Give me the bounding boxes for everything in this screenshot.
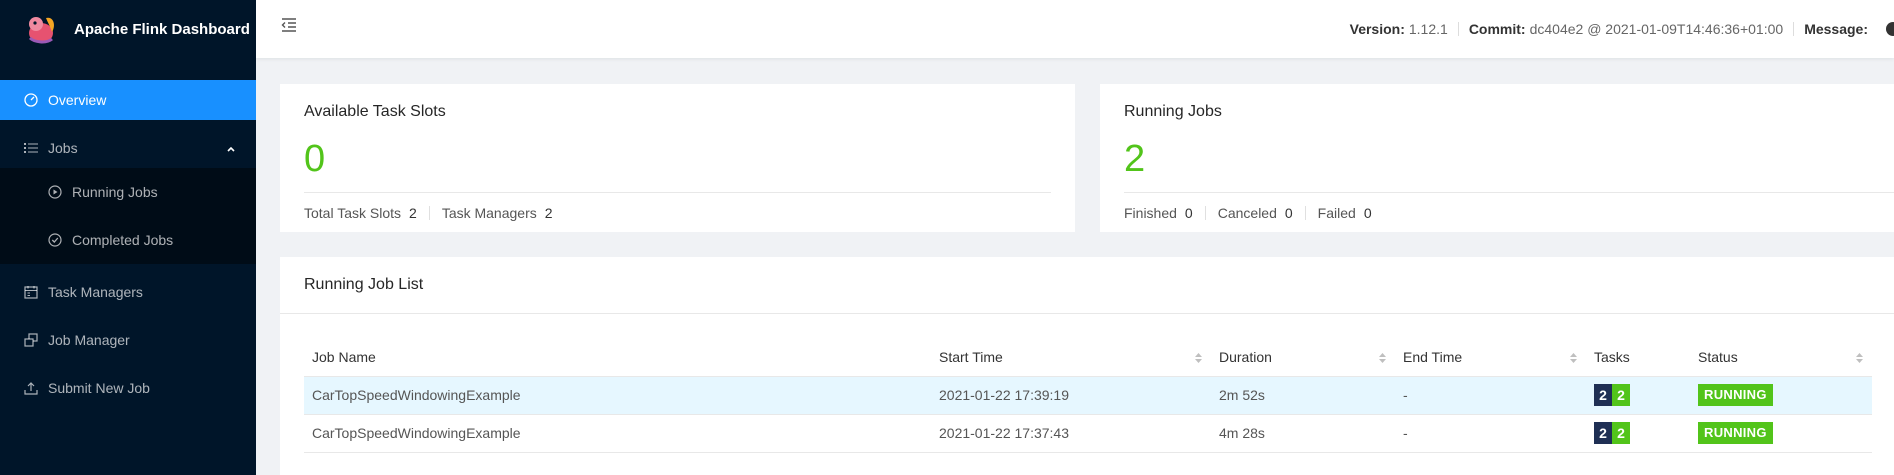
app-title: Apache Flink Dashboard bbox=[74, 20, 250, 38]
canceled-value: 0 bbox=[1284, 204, 1293, 221]
sort-icon[interactable] bbox=[1378, 351, 1387, 367]
upload-icon bbox=[24, 381, 38, 395]
failed-value: 0 bbox=[1363, 204, 1372, 221]
duration-cell: 4m 28s bbox=[1211, 414, 1395, 453]
header-info: Version: 1.12.1 Commit: dc404e2 @ 2021-0… bbox=[1350, 0, 1894, 58]
job-name-cell[interactable]: CarTopSpeedWindowingExample bbox=[304, 376, 931, 415]
column-header-start-time[interactable]: Start Time bbox=[931, 338, 1211, 377]
card-title: Available Task Slots bbox=[304, 103, 446, 120]
divider bbox=[1204, 205, 1206, 220]
schedule-icon bbox=[24, 285, 38, 299]
column-header-duration[interactable]: Duration bbox=[1211, 338, 1395, 377]
column-header-job-name: Job Name bbox=[304, 338, 931, 377]
top-header: Version: 1.12.1 Commit: dc404e2 @ 2021-0… bbox=[256, 0, 1894, 58]
play-circle-icon bbox=[48, 185, 62, 199]
column-header-status[interactable]: Status bbox=[1690, 338, 1872, 377]
jobs-submenu: Running Jobs Completed Jobs bbox=[0, 168, 256, 264]
list-icon bbox=[24, 141, 38, 155]
available-task-slots-card: Available Task Slots 0 Total Task Slots … bbox=[280, 84, 1075, 232]
status-cell: RUNNING bbox=[1690, 414, 1872, 453]
column-header-tasks: Tasks bbox=[1586, 338, 1690, 377]
status-cell: RUNNING bbox=[1690, 376, 1872, 415]
tasks-running-badge: 2 bbox=[1612, 384, 1630, 406]
sidebar-item-overview[interactable]: Overview bbox=[0, 80, 256, 120]
table-row[interactable]: CarTopSpeedWindowingExample 2021-01-22 1… bbox=[304, 376, 1872, 415]
tasks-running-badge: 2 bbox=[1612, 422, 1630, 444]
logo[interactable]: Apache Flink Dashboard bbox=[0, 0, 256, 58]
tasks-total-badge: 2 bbox=[1594, 384, 1612, 406]
sidebar-item-task-managers[interactable]: Task Managers bbox=[0, 272, 256, 312]
end-time-cell: - bbox=[1395, 414, 1586, 453]
tasks-cell: 22 bbox=[1586, 376, 1690, 415]
duration-cell: 2m 52s bbox=[1211, 376, 1395, 415]
sidebar-item-label: Job Manager bbox=[48, 332, 130, 348]
column-header-end-time[interactable]: End Time bbox=[1395, 338, 1586, 377]
message-label: Message: bbox=[1804, 21, 1868, 37]
sidebar: Apache Flink Dashboard Overview Jobs Run… bbox=[0, 0, 256, 475]
sidebar-item-label: Submit New Job bbox=[48, 380, 150, 396]
start-time-cell: 2021-01-22 17:37:43 bbox=[931, 414, 1211, 453]
running-job-list-card: Running Job List Job Name Start Time Dur… bbox=[280, 257, 1894, 475]
task-managers-label: Task Managers bbox=[441, 204, 537, 221]
cluster-icon bbox=[24, 333, 38, 347]
running-jobs-card: Running Jobs 2 Finished 0 Canceled 0 Fai… bbox=[1100, 84, 1894, 232]
divider bbox=[428, 205, 430, 220]
finished-label: Finished bbox=[1124, 204, 1177, 221]
card-footer: Finished 0 Canceled 0 Failed 0 bbox=[1124, 192, 1894, 232]
sidebar-item-job-manager[interactable]: Job Manager bbox=[0, 320, 256, 360]
divider bbox=[1793, 22, 1795, 36]
sidebar-item-running-jobs[interactable]: Running Jobs bbox=[0, 172, 256, 212]
chevron-up-icon bbox=[226, 141, 236, 157]
version-value: 1.12.1 bbox=[1408, 21, 1448, 37]
total-task-slots-label: Total Task Slots bbox=[304, 204, 402, 221]
card-title: Running Job List bbox=[304, 276, 424, 293]
job-table-wrapper: Job Name Start Time Duration End Time Ta… bbox=[304, 338, 1872, 453]
flink-squirrel-logo bbox=[24, 12, 58, 46]
job-name-cell[interactable]: CarTopSpeedWindowingExample bbox=[304, 414, 931, 453]
sidebar-item-label: Running Jobs bbox=[72, 184, 158, 200]
table-header-row: Job Name Start Time Duration End Time Ta… bbox=[304, 338, 1872, 377]
status-badge: RUNNING bbox=[1698, 384, 1773, 406]
sidebar-item-label: Jobs bbox=[48, 140, 78, 156]
card-header: Running Job List bbox=[280, 257, 1894, 314]
card-footer: Total Task Slots 2 Task Managers 2 bbox=[304, 192, 1051, 232]
available-slots-value: 0 bbox=[304, 138, 326, 180]
version-label: Version: bbox=[1349, 21, 1405, 37]
sidebar-menu: Overview Jobs Running Jobs Completed Job… bbox=[0, 80, 256, 408]
sidebar-item-jobs[interactable]: Jobs bbox=[0, 128, 256, 168]
check-circle-icon bbox=[48, 233, 62, 247]
card-title: Running Jobs bbox=[1124, 103, 1222, 120]
commit-label: Commit: bbox=[1468, 21, 1526, 37]
divider bbox=[1304, 205, 1306, 220]
sidebar-item-completed-jobs[interactable]: Completed Jobs bbox=[0, 220, 256, 260]
start-time-cell: 2021-01-22 17:39:19 bbox=[931, 376, 1211, 415]
sort-icon[interactable] bbox=[1194, 351, 1203, 367]
sort-icon[interactable] bbox=[1569, 351, 1578, 367]
sidebar-item-label: Overview bbox=[48, 92, 107, 108]
sidebar-item-submit-new-job[interactable]: Submit New Job bbox=[0, 368, 256, 408]
tasks-cell: 22 bbox=[1586, 414, 1690, 453]
sidebar-item-label: Completed Jobs bbox=[72, 232, 174, 248]
divider bbox=[1457, 22, 1459, 36]
task-managers-value: 2 bbox=[544, 204, 553, 221]
finished-value: 0 bbox=[1184, 204, 1193, 221]
running-jobs-value: 2 bbox=[1124, 138, 1146, 180]
menu-fold-icon[interactable] bbox=[280, 17, 298, 38]
canceled-label: Canceled bbox=[1217, 204, 1277, 221]
message-badge-icon[interactable] bbox=[1886, 22, 1894, 36]
table-row[interactable]: CarTopSpeedWindowingExample 2021-01-22 1… bbox=[304, 414, 1872, 453]
running-job-table: Job Name Start Time Duration End Time Ta… bbox=[304, 338, 1872, 453]
dashboard-icon bbox=[24, 93, 38, 107]
failed-label: Failed bbox=[1317, 204, 1356, 221]
tasks-total-badge: 2 bbox=[1594, 422, 1612, 444]
total-task-slots-value: 2 bbox=[409, 204, 417, 221]
commit-value: dc404e2 @ 2021-01-09T14:46:36+01:00 bbox=[1529, 21, 1784, 37]
sidebar-item-label: Task Managers bbox=[48, 284, 143, 300]
sort-icon[interactable] bbox=[1855, 351, 1864, 367]
end-time-cell: - bbox=[1395, 376, 1586, 415]
status-badge: RUNNING bbox=[1698, 422, 1773, 444]
